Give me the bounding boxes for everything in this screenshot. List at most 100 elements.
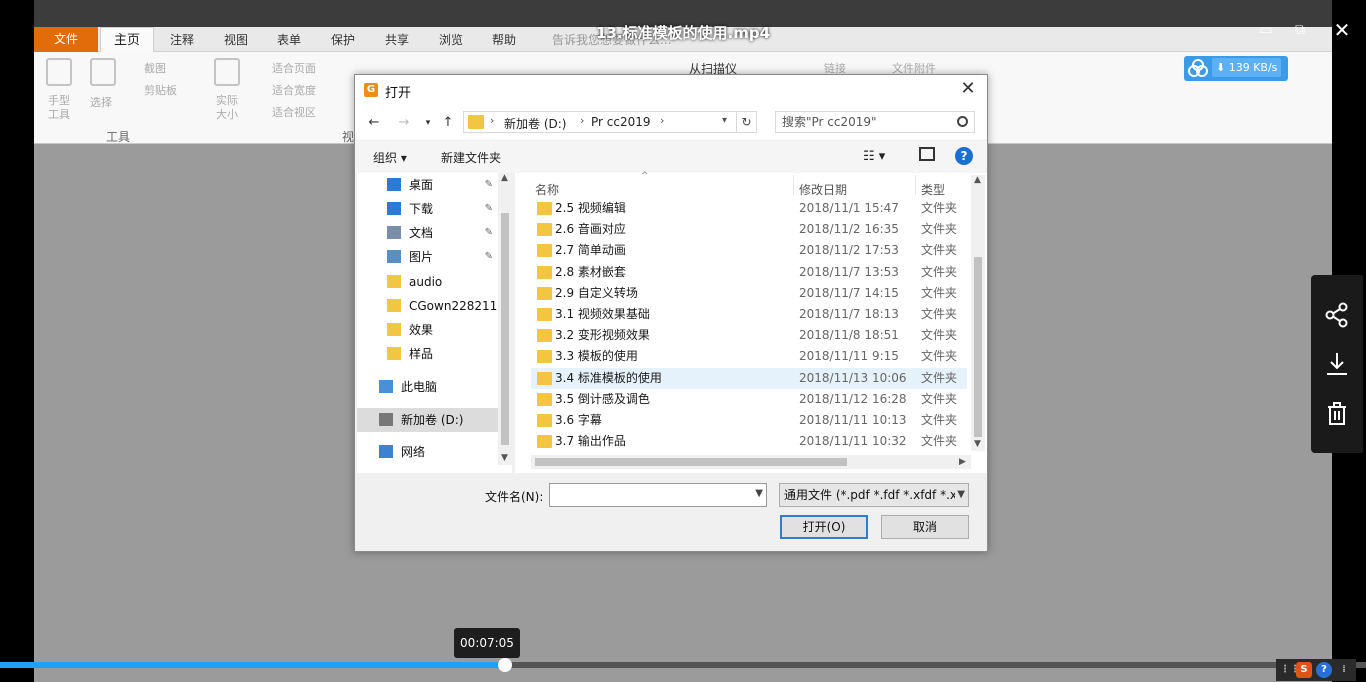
nav-item[interactable]: 样品 (357, 342, 497, 366)
sogou-icon[interactable]: S (1296, 662, 1312, 678)
file-vertical-scrollbar[interactable]: ▲ ▼ (971, 175, 985, 451)
refresh-icon[interactable]: ↻ (736, 111, 757, 133)
open-button[interactable]: 打开(O) (780, 515, 868, 539)
close-icon[interactable]: ✕ (957, 78, 979, 100)
filename-input[interactable]: ▼ (549, 483, 767, 507)
restore-icon[interactable]: ⧉ (1288, 18, 1312, 42)
hand-tool-label[interactable]: 手型 工具 (48, 94, 70, 122)
download-icon[interactable] (1323, 350, 1351, 378)
nav-item[interactable]: 文档 ✎ (357, 221, 497, 245)
file-horizontal-scrollbar[interactable]: ▶ (531, 455, 971, 469)
nav-item[interactable]: 桌面 ✎ (357, 173, 497, 197)
more-icon[interactable]: ⁞ (1336, 662, 1352, 678)
forward-arrow-icon[interactable]: → (395, 114, 413, 132)
speed-text: ⬇ 139 KB/s (1212, 58, 1282, 77)
cancel-button[interactable]: 取消 (881, 515, 969, 539)
column-name[interactable]: 名称 (535, 181, 559, 198)
fit-page-button[interactable]: 适合页面 (272, 60, 316, 76)
help-icon[interactable]: ? (955, 147, 973, 165)
scroll-up-icon[interactable]: ▲ (974, 175, 981, 185)
file-row[interactable]: 3.3 模板的使用 2018/11/11 9:15 文件夹 (531, 346, 967, 367)
file-row[interactable]: 3.5 倒计感及调色 2018/11/12 16:28 文件夹 (531, 389, 967, 410)
chevron-down-icon[interactable]: ▼ (755, 488, 763, 499)
organize-button[interactable]: 组织 ▾ (373, 149, 407, 166)
folder-icon (537, 244, 552, 258)
nav-item[interactable]: 新加卷 (D:) (357, 408, 498, 432)
speed-value: 139 KB/s (1228, 61, 1278, 74)
nav-item[interactable]: 效果 (357, 318, 497, 342)
actual-size-label[interactable]: 实际 大小 (216, 94, 238, 122)
grid-icon[interactable]: ⋮⋮ (1280, 662, 1300, 678)
file-row[interactable]: 3.1 视频效果基础 2018/11/7 18:13 文件夹 (531, 304, 967, 325)
folder-icon (537, 265, 552, 279)
nav-scrollbar[interactable]: ▲ ▼ (498, 173, 512, 465)
vertical-scroll-thumb[interactable] (974, 257, 982, 437)
file-row[interactable]: 3.2 变形视频效果 2018/11/8 18:51 文件夹 (531, 325, 967, 346)
address-segment-drive[interactable]: 新加卷 (D:) (504, 115, 566, 132)
column-type[interactable]: 类型 (921, 181, 945, 198)
nav-item[interactable]: 此电脑 (357, 375, 497, 399)
folder-search-input[interactable]: 搜索"Pr cc2019" (775, 111, 975, 133)
progress-bar[interactable] (0, 662, 1366, 668)
clipboard-button[interactable]: 剪贴板 (144, 82, 177, 98)
chevron-down-icon[interactable]: ▼ (955, 484, 965, 506)
file-type-select[interactable]: 通用文件 (*.pdf *.fdf *.xfdf *.x ▼ (779, 483, 969, 507)
minimize-icon[interactable]: ▭ (1254, 18, 1278, 42)
file-row[interactable]: 2.8 素材嵌套 2018/11/7 13:53 文件夹 (531, 262, 967, 283)
up-arrow-icon[interactable]: ↑ (439, 114, 457, 132)
file-date: 2018/11/12 16:28 (799, 391, 907, 406)
horizontal-scroll-thumb[interactable] (535, 458, 847, 466)
scroll-up-icon[interactable]: ▲ (501, 173, 508, 183)
select-tool-label[interactable]: 选择 (90, 94, 112, 110)
pin-icon[interactable]: ✎ (485, 197, 493, 221)
nav-item[interactable]: 图片 ✎ (357, 245, 497, 269)
video-title: 13.标准模板的使用.mp4 (595, 24, 771, 42)
file-row[interactable]: 2.5 视频编辑 2018/11/1 15:47 文件夹 (531, 198, 967, 219)
new-folder-button[interactable]: 新建文件夹 (441, 149, 501, 166)
file-row[interactable]: 3.7 输出作品 2018/11/11 10:32 文件夹 (531, 431, 967, 452)
folder-icon (468, 115, 484, 129)
recent-chevron-icon[interactable]: ▾ (419, 114, 437, 132)
fit-visible-button[interactable]: 适合视区 (272, 104, 316, 120)
snapshot-button[interactable]: 截图 (144, 60, 166, 76)
column-separator[interactable] (793, 175, 794, 195)
file-date: 2018/11/2 17:53 (799, 243, 899, 258)
column-separator[interactable] (915, 175, 916, 195)
share-icon[interactable] (1323, 301, 1351, 329)
file-type: 文件夹 (921, 413, 958, 427)
help-icon[interactable]: ? (1316, 662, 1332, 678)
scroll-down-icon[interactable]: ▼ (501, 453, 508, 463)
close-icon[interactable]: ✕ (1330, 18, 1354, 42)
chevron-down-icon[interactable]: ▾ (722, 115, 727, 126)
file-row[interactable]: 2.9 自定义转场 2018/11/7 14:15 文件夹 (531, 283, 967, 304)
file-row[interactable]: 3.6 字幕 2018/11/11 10:13 文件夹 (531, 410, 967, 431)
address-bar[interactable]: › 新加卷 (D:) › Pr cc2019 › ▾ (463, 111, 757, 133)
view-options-icon[interactable]: ☷ ▾ (863, 149, 885, 164)
pin-icon[interactable]: ✎ (485, 245, 493, 269)
select-tool-icon (90, 58, 116, 86)
file-type-value: 通用文件 (*.pdf *.fdf *.xfdf *.x (784, 488, 957, 502)
nav-item[interactable]: 网络 (357, 440, 497, 464)
video-player[interactable]: 文件 主页 注释 视图 表单 保护 共享 浏览 帮助 告诉我您想要做什么... … (0, 0, 1366, 682)
fit-width-button[interactable]: 适合宽度 (272, 82, 316, 98)
system-tray: ⋮⋮ S ? ⁞ (1276, 659, 1356, 681)
filename-label: 文件名(N): (485, 490, 544, 504)
nav-item[interactable]: 下载 ✎ (357, 197, 497, 221)
scroll-down-icon[interactable]: ▼ (974, 439, 981, 449)
trash-icon[interactable] (1323, 400, 1351, 428)
scroll-right-icon[interactable]: ▶ (959, 457, 966, 467)
pin-icon[interactable]: ✎ (485, 221, 493, 245)
pin-icon[interactable]: ✎ (485, 173, 493, 197)
column-date[interactable]: 修改日期 (799, 181, 847, 198)
nav-scroll-thumb[interactable] (501, 213, 509, 445)
address-segment-folder[interactable]: Pr cc2019 (591, 115, 651, 129)
file-row[interactable]: 2.6 音画对应 2018/11/2 16:35 文件夹 (531, 219, 967, 240)
back-arrow-icon[interactable]: ← (365, 114, 383, 132)
nav-item[interactable]: CGown2282118 (357, 294, 497, 318)
file-row[interactable]: 3.4 标准模板的使用 2018/11/13 10:06 文件夹 (531, 367, 967, 389)
file-name: 3.3 模板的使用 (555, 349, 638, 364)
download-speed-badge: ⬇ 139 KB/s (1184, 56, 1288, 81)
nav-item[interactable]: audio (357, 270, 497, 294)
preview-pane-icon[interactable] (919, 147, 935, 161)
file-row[interactable]: 2.7 简单动画 2018/11/2 17:53 文件夹 (531, 240, 967, 261)
